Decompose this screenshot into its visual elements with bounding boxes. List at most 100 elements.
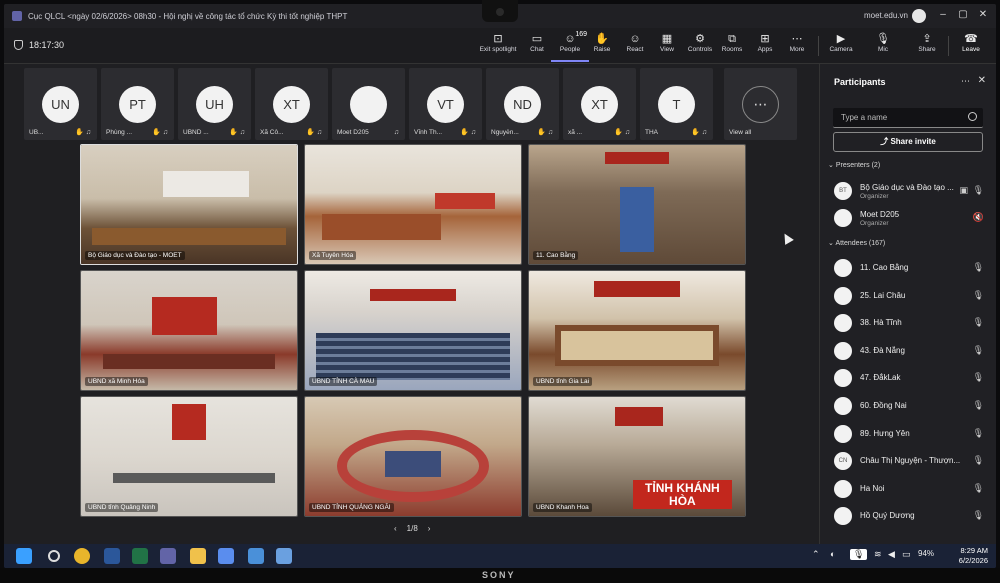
volume-icon[interactable]: ◀ <box>888 549 895 560</box>
battery-icon[interactable]: ▭ <box>902 549 911 560</box>
word-icon[interactable] <box>104 548 120 564</box>
minimize-icon[interactable]: – <box>936 9 950 20</box>
attendee-row[interactable]: 89. Hưng Yên 🎙 <box>834 423 990 445</box>
view-all-button[interactable]: ⋯ View all <box>724 68 797 140</box>
participant-tile[interactable]: XT Xã Cô... ✋ ♫ <box>255 68 328 140</box>
meeting-toolbar: 18:17:30 ⊡ Exit spotlight ▭ Chat 169 ☺ Peopl… <box>4 28 996 64</box>
video-feed <box>305 145 521 264</box>
mic-icon: ✋ ♫ <box>691 129 707 136</box>
mic-icon: ✋ ♫ <box>614 129 630 136</box>
mic-icon[interactable]: 🎙 <box>850 549 868 560</box>
video-feed <box>81 271 297 390</box>
mic-icon: 🎙 <box>972 290 984 300</box>
avatar <box>834 369 852 387</box>
app-icon[interactable] <box>248 548 264 564</box>
chevron-up-icon[interactable]: ⌃ <box>812 549 820 560</box>
avatar <box>834 425 852 443</box>
chrome-icon[interactable] <box>74 548 90 564</box>
video-tile[interactable]: UBND tỉnh Gia Lai <box>528 270 746 391</box>
attendees-header[interactable]: ⌄ Attendees (167) <box>828 239 885 247</box>
video-feed: TỈNH KHÁNH HÒA <box>529 397 745 516</box>
search-input[interactable]: Type a name <box>833 108 983 128</box>
avatar: UH <box>196 86 233 123</box>
presenters-header[interactable]: ⌄ Presenters (2) <box>828 161 880 169</box>
participant-tile[interactable]: UH UBND ... ✋ ♫ <box>178 68 251 140</box>
next-page-icon[interactable]: › <box>428 524 431 533</box>
account-label[interactable]: moet.edu.vn <box>864 11 908 20</box>
attendee-row[interactable]: 38. Hà Tĩnh 🎙 <box>834 312 990 334</box>
mic-icon: 🎙 <box>972 510 984 520</box>
attendee-row[interactable]: 25. Lai Châu 🎙 <box>834 285 990 307</box>
mic-icon: ✋ ♫ <box>229 129 245 136</box>
share-button[interactable]: ⇪ Share <box>908 32 946 62</box>
timer-text: 18:17:30 <box>29 40 65 50</box>
video-tile[interactable]: 11. Cao Bằng <box>528 144 746 265</box>
video-tile[interactable]: TỈNH KHÁNH HÒA UBND Khanh Hoa <box>528 396 746 517</box>
participant-tile[interactable]: XT xã ... ✋ ♫ <box>563 68 636 140</box>
presenter-row[interactable]: BT Bộ Giáo dục và Đào tạo ... Organizer … <box>834 180 990 202</box>
app-icon[interactable] <box>218 548 234 564</box>
video-tile[interactable]: UBND tỉnh Quảng Ninh <box>80 396 298 517</box>
tile-label: 11. Cao Bằng <box>533 251 579 260</box>
toolbar-divider <box>948 36 949 56</box>
participant-tile[interactable]: PT Phùng ... ✋ ♫ <box>101 68 174 140</box>
share-invite-button[interactable]: ⤴ Share invite <box>833 132 983 152</box>
close-window-icon[interactable]: ✕ <box>976 9 990 20</box>
participant-tile[interactable]: ND Nguyễn... ✋ ♫ <box>486 68 559 140</box>
participant-tile[interactable]: VT Vĩnh Th... ✋ ♫ <box>409 68 482 140</box>
avatar <box>834 480 852 498</box>
video-grid: Bộ Giáo dục và Đào tạo - MOET Xã Tuyên H… <box>80 144 747 518</box>
participant-tile[interactable]: UN UB... ✋ ♫ <box>24 68 97 140</box>
app-tray-icon[interactable]: ◐ <box>830 549 835 559</box>
close-icon[interactable]: ✕ <box>978 75 986 86</box>
prev-page-icon[interactable]: ‹ <box>394 524 397 533</box>
windows-start-icon[interactable] <box>16 548 32 564</box>
wifi-icon[interactable]: ≋ <box>874 549 882 560</box>
mic-icon: 🎙 <box>876 33 890 45</box>
more-options-icon[interactable]: ⋯ <box>961 76 970 87</box>
tile-label: UBND xã Minh Hóa <box>85 377 148 386</box>
attendee-row[interactable]: 47. ĐắkLak 🎙 <box>834 367 990 389</box>
more-button[interactable]: ⋯ More <box>778 32 816 62</box>
attendee-row[interactable]: 11. Cao Bằng 🎙 <box>834 257 990 279</box>
spotlight-icon: ⊡ <box>493 33 503 45</box>
attendee-row[interactable]: Hồ Quý Dương 🎙 <box>834 505 990 527</box>
toolbar-divider <box>818 36 819 56</box>
video-tile[interactable]: UBND TỈNH QUẢNG NGÃI <box>304 396 522 517</box>
leave-button[interactable]: ☎ Leave <box>952 32 990 62</box>
clock-date: 6/2/2026 <box>958 556 988 565</box>
mouse-cursor <box>780 231 794 245</box>
avatar: XT <box>273 86 310 123</box>
mic-icon: 🎙 <box>972 372 984 382</box>
attendee-row[interactable]: 43. Đà Nẵng 🎙 <box>834 340 990 362</box>
webcam <box>482 0 518 22</box>
search-icon[interactable] <box>48 550 60 562</box>
video-tile[interactable]: UBND xã Minh Hóa <box>80 270 298 391</box>
participants-panel: Participants ⋯ ✕ Type a name ⤴ Share inv… <box>819 64 996 544</box>
mic-icon: 🎙 <box>972 455 984 465</box>
avatar <box>834 397 852 415</box>
camera-button[interactable]: ▶ Camera <box>822 32 860 62</box>
teams-icon[interactable] <box>160 548 176 564</box>
exit-spotlight-button[interactable]: ⊡ Exit spotlight <box>476 32 520 62</box>
attendee-row[interactable]: Ha Noi 🎙 <box>834 478 990 500</box>
mic-icon: 🎙 <box>972 483 984 493</box>
attendee-row[interactable]: 60. Đồng Nai 🎙 <box>834 395 990 417</box>
app-icon[interactable] <box>276 548 292 564</box>
clock[interactable]: 8:29 AM 6/2/2026 <box>959 546 988 566</box>
avatar: PT <box>119 86 156 123</box>
maximize-icon[interactable]: ▢ <box>956 9 970 20</box>
video-tile[interactable]: UBND TỈNH CÀ MAU <box>304 270 522 391</box>
participant-tile[interactable]: Moet D205 ♫ <box>332 68 405 140</box>
attendee-row[interactable]: CN Châu Thị Nguyện - Thượn... 🎙 <box>834 450 990 472</box>
tinh-sign: TỈNH KHÁNH HÒA <box>632 480 733 509</box>
account-avatar[interactable] <box>912 9 926 23</box>
presenter-row[interactable]: Moet D205 Organizer 🔇 <box>834 207 990 229</box>
video-tile[interactable]: Xã Tuyên Hóa <box>304 144 522 265</box>
excel-icon[interactable] <box>132 548 148 564</box>
video-tile[interactable]: Bộ Giáo dục và Đào tạo - MOET <box>80 144 298 265</box>
file-explorer-icon[interactable] <box>190 548 206 564</box>
mic-button[interactable]: 🎙 Mic <box>864 32 902 62</box>
participant-tile[interactable]: T THA ✋ ♫ <box>640 68 713 140</box>
mic-muted-icon: 🔇 <box>972 212 984 222</box>
